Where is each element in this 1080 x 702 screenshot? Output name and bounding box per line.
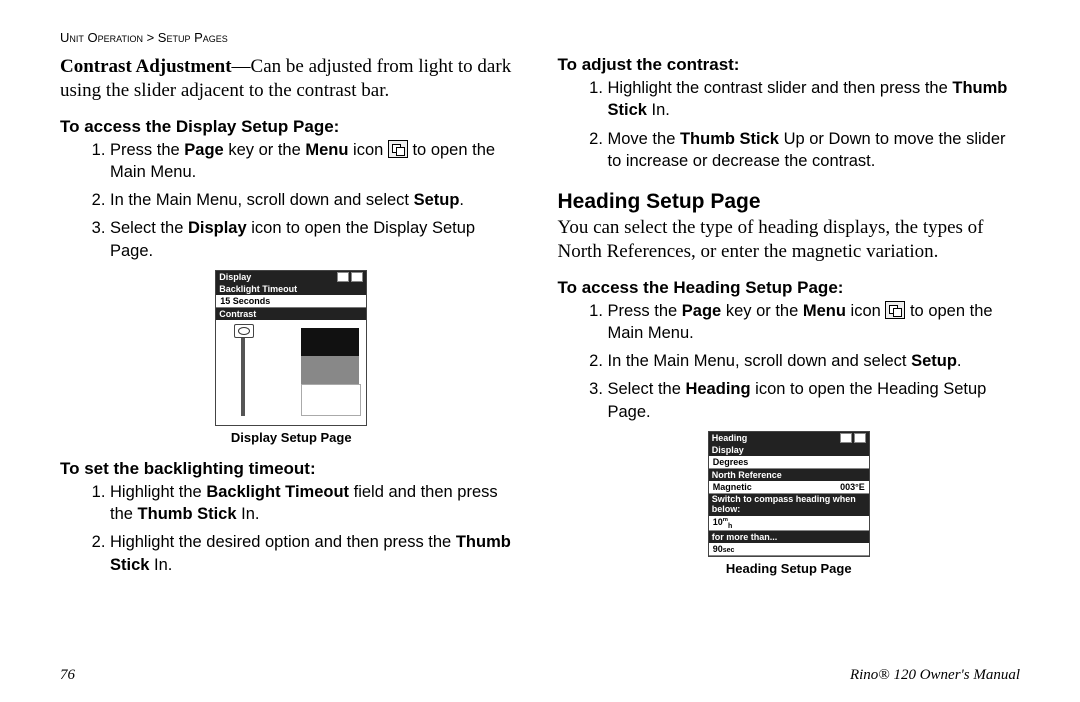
contrast-label-row: Contrast <box>216 308 366 320</box>
page-footer: 76 Rino® 120 Owner's Manual <box>60 667 1020 684</box>
contrast-label: Contrast Adjustment <box>60 56 232 77</box>
access-heading-steps: Press the Page key or the Menu icon to o… <box>558 300 1021 423</box>
list-item: Highlight the contrast slider and then p… <box>608 77 1021 122</box>
breadcrumb-sub: Setup Pages <box>158 30 228 45</box>
right-column: To adjust the contrast: Highlight the co… <box>558 55 1021 582</box>
row-display-label: Display <box>709 444 869 456</box>
page-number: 76 <box>60 667 75 684</box>
list-item: Move the Thumb Stick Up or Down to move … <box>608 128 1021 173</box>
list-item: Highlight the desired option and then pr… <box>110 531 523 576</box>
breadcrumb-section: Unit Operation <box>60 30 143 45</box>
heading-figure-caption: Heading Setup Page <box>558 561 1021 576</box>
row-formore-value: 90sec <box>713 544 735 554</box>
contrast-slider-knob <box>234 324 254 338</box>
row-display-value: Degrees <box>713 457 749 467</box>
heading-setup-body: You can select the type of heading displ… <box>558 216 1021 264</box>
breadcrumb-sep: > <box>143 30 158 45</box>
backlight-heading: To set the backlighting timeout: <box>60 459 523 479</box>
content-columns: Contrast Adjustment—Can be adjusted from… <box>60 55 1020 582</box>
list-item: In the Main Menu, scroll down and select… <box>110 189 523 211</box>
list-item: Select the Display icon to open the Disp… <box>110 217 523 262</box>
row-switch-value: 10mh <box>713 517 733 530</box>
menu-icon <box>337 272 349 282</box>
window-icons <box>840 433 866 443</box>
adjust-contrast-heading: To adjust the contrast: <box>558 55 1021 75</box>
heading-setup-screenshot: Heading Display Degrees North Reference … <box>708 431 870 558</box>
window-icons <box>337 272 363 282</box>
swatch-mid <box>301 356 359 384</box>
row-northref-val: 003°E <box>840 482 865 492</box>
backlight-label: Backlight Timeout <box>216 283 366 295</box>
display-figure: Display Backlight Timeout 15 Seconds Con… <box>60 270 523 445</box>
breadcrumb: Unit Operation > Setup Pages <box>60 30 1020 45</box>
row-northref-label: North Reference <box>709 469 869 481</box>
menu-icon <box>840 433 852 443</box>
heading-setup-title: Heading Setup Page <box>558 190 1021 214</box>
access-heading-heading: To access the Heading Setup Page: <box>558 278 1021 298</box>
access-display-steps: Press the Page key or the Menu icon to o… <box>60 139 523 262</box>
heading-figure: Heading Display Degrees North Reference … <box>558 431 1021 577</box>
menu-icon <box>885 301 905 319</box>
adjust-contrast-steps: Highlight the contrast slider and then p… <box>558 77 1021 172</box>
row-formore-label: for more than... <box>709 531 869 543</box>
contrast-body <box>216 320 366 425</box>
access-display-heading: To access the Display Setup Page: <box>60 117 523 137</box>
close-icon <box>351 272 363 282</box>
menu-icon <box>388 140 408 158</box>
list-item: Press the Page key or the Menu icon to o… <box>608 300 1021 345</box>
list-item: In the Main Menu, scroll down and select… <box>608 350 1021 372</box>
fig-title: Display <box>219 272 251 282</box>
close-icon <box>854 433 866 443</box>
list-item: Press the Page key or the Menu icon to o… <box>110 139 523 184</box>
manual-page: Unit Operation > Setup Pages Contrast Ad… <box>0 0 1080 702</box>
list-item: Select the Heading icon to open the Head… <box>608 378 1021 423</box>
row-northref-mode: Magnetic <box>713 482 752 492</box>
display-figure-caption: Display Setup Page <box>60 430 523 445</box>
list-item: Highlight the Backlight Timeout field an… <box>110 481 523 526</box>
swatch-light <box>301 384 361 416</box>
display-setup-screenshot: Display Backlight Timeout 15 Seconds Con… <box>215 270 367 426</box>
contrast-intro: Contrast Adjustment—Can be adjusted from… <box>60 55 523 103</box>
left-column: Contrast Adjustment—Can be adjusted from… <box>60 55 523 582</box>
contrast-slider-track <box>241 328 245 416</box>
row-switch-label: Switch to compass heading when below: <box>709 494 869 516</box>
fig-title: Heading <box>712 433 748 443</box>
swatch-dark <box>301 328 359 356</box>
manual-title: Rino® 120 Owner's Manual <box>850 667 1020 684</box>
backlight-value: 15 Seconds <box>216 295 366 308</box>
backlight-steps: Highlight the Backlight Timeout field an… <box>60 481 523 576</box>
